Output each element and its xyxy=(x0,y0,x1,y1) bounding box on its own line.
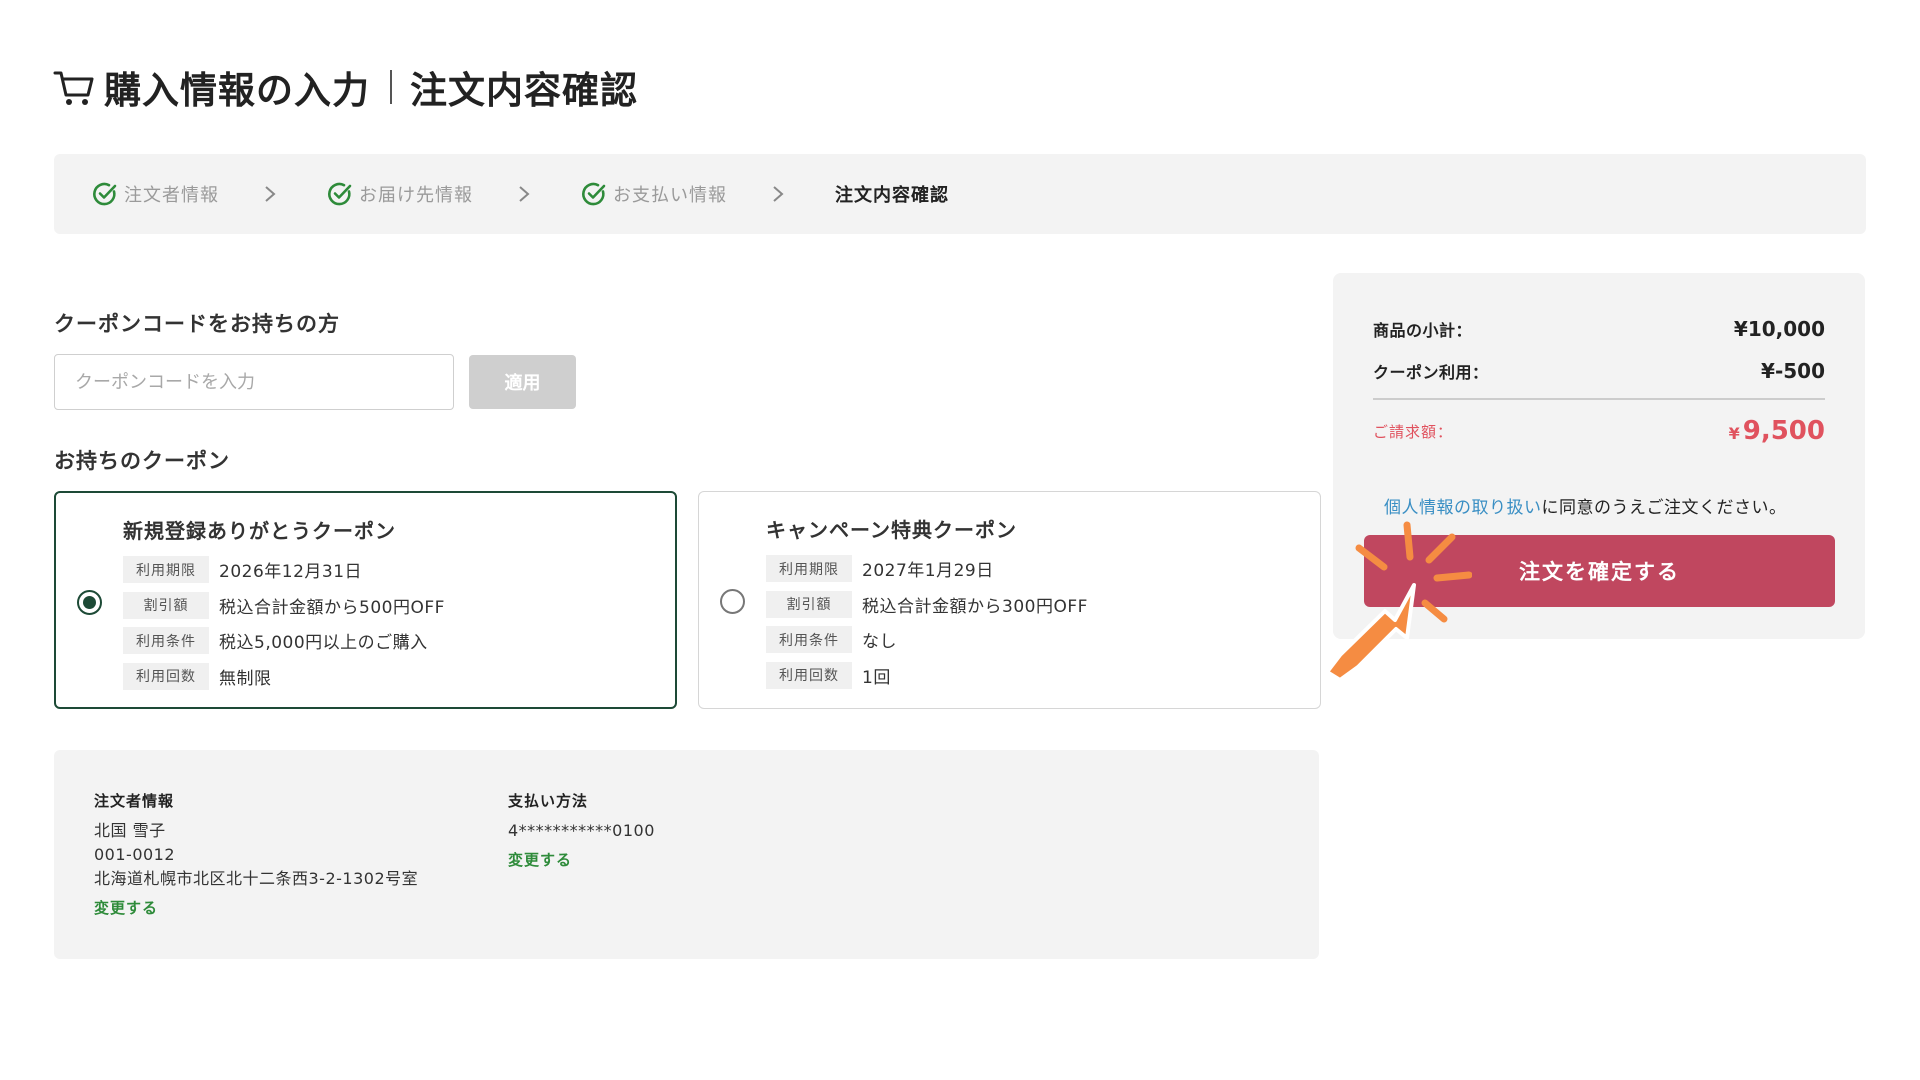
total-amount: 9,500 xyxy=(1742,416,1825,446)
subtotal-value: ¥10,000 xyxy=(1733,317,1825,341)
click-pointer-icon xyxy=(1325,521,1472,682)
detail-label: 利用期限 xyxy=(766,555,852,582)
coupon-discount-label: クーポン利用： xyxy=(1373,363,1489,382)
coupon-detail-row: 利用回数 無制限 xyxy=(123,662,445,690)
coupon-discount-value: ¥-500 xyxy=(1761,359,1825,383)
coupon-name: キャンペーン特典クーポン xyxy=(766,518,1017,542)
payment-info: 支払い方法 4***********0100 変更する xyxy=(508,790,655,870)
chevron-right-icon xyxy=(519,186,530,202)
change-payment-link[interactable]: 変更する xyxy=(508,849,572,870)
orderer-info: 注文者情報 北国 雪子 001-0012 北海道札幌市北区北十二条西3-2-13… xyxy=(94,790,418,918)
payment-heading: 支払い方法 xyxy=(508,792,589,810)
chevron-right-icon xyxy=(265,186,276,202)
step-label: 注文内容確認 xyxy=(835,185,949,206)
detail-value: 税込5,000円以上のご購入 xyxy=(219,633,428,653)
detail-label: 割引額 xyxy=(123,591,209,619)
step-orderer[interactable]: 注文者情報 xyxy=(92,181,219,207)
detail-label: 利用回数 xyxy=(766,661,852,689)
total-label: ご請求額： xyxy=(1373,422,1454,441)
coupon-detail-row: 利用回数 1回 xyxy=(766,661,1088,689)
page-title: 購入情報の入力 xyxy=(104,69,370,112)
coupon-detail-row: 利用条件 なし xyxy=(766,626,1088,653)
coupon-name: 新規登録ありがとうクーポン xyxy=(123,519,396,543)
step-payment[interactable]: お支払い情報 xyxy=(581,181,727,207)
coupon-card-campaign[interactable]: キャンペーン特典クーポン 利用期限 2027年1月29日 割引額 税込合計金額か… xyxy=(698,491,1321,709)
order-info-panel: 注文者情報 北国 雪子 001-0012 北海道札幌市北区北十二条西3-2-13… xyxy=(54,750,1319,959)
owned-coupons-heading: お持ちのクーポン xyxy=(54,449,230,473)
page-header: 購入情報の入力 注文内容確認 xyxy=(52,62,638,112)
detail-value: 税込合計金額から500円OFF xyxy=(219,597,445,618)
detail-value: 無制限 xyxy=(219,668,272,689)
step-label: お届け先情報 xyxy=(359,185,473,206)
coupon-code-input[interactable] xyxy=(54,354,454,410)
detail-label: 割引額 xyxy=(766,590,852,618)
detail-label: 利用回数 xyxy=(123,662,209,690)
coupon-detail-row: 利用期限 2026年12月31日 xyxy=(123,556,445,583)
change-orderer-link[interactable]: 変更する xyxy=(94,897,158,918)
coupon-detail-row: 割引額 税込合計金額から500円OFF xyxy=(123,591,445,619)
coupon-discount-row: クーポン利用： ¥-500 xyxy=(1373,359,1825,383)
page-subtitle: 注文内容確認 xyxy=(410,69,638,112)
coupon-radio-selected[interactable] xyxy=(77,590,102,615)
orderer-address: 北海道札幌市北区北十二条西3-2-1302号室 xyxy=(94,869,419,888)
coupon-detail-row: 利用条件 税込5,000円以上のご購入 xyxy=(123,627,445,654)
detail-label: 利用条件 xyxy=(123,627,209,654)
step-label: お支払い情報 xyxy=(613,185,727,206)
title-separator xyxy=(390,70,392,104)
detail-value: 2026年12月31日 xyxy=(219,562,363,582)
subtotal-label: 商品の小計： xyxy=(1373,321,1473,340)
coupon-code-heading: クーポンコードをお持ちの方 xyxy=(54,312,340,336)
total-currency: ¥ xyxy=(1728,424,1740,443)
detail-value: 1回 xyxy=(862,667,891,688)
apply-coupon-button[interactable]: 適用 xyxy=(469,355,576,409)
chevron-right-icon xyxy=(773,186,784,202)
subtotal-row: 商品の小計： ¥10,000 xyxy=(1373,317,1825,341)
summary-divider xyxy=(1373,398,1825,400)
total-row: ご請求額： ¥9,500 xyxy=(1373,416,1825,446)
coupon-card-new-member[interactable]: 新規登録ありがとうクーポン 利用期限 2026年12月31日 割引額 税込合計金… xyxy=(54,491,677,709)
orderer-postal: 001-0012 xyxy=(94,845,176,864)
cart-icon xyxy=(53,71,94,105)
agreement-text: に同意のうえご注文ください。 xyxy=(1541,498,1787,518)
detail-label: 利用期限 xyxy=(123,556,209,583)
step-label: 注文者情報 xyxy=(124,185,219,206)
payment-card-number: 4***********0100 xyxy=(508,821,655,840)
coupon-detail-row: 利用期限 2027年1月29日 xyxy=(766,555,1088,582)
check-circle-icon xyxy=(582,182,606,206)
detail-value: 2027年1月29日 xyxy=(862,561,994,581)
detail-value: なし xyxy=(862,632,897,652)
coupon-radio-unselected[interactable] xyxy=(720,589,745,614)
detail-value: 税込合計金額から300円OFF xyxy=(862,596,1088,617)
checkout-step-bar: 注文者情報 お届け先情報 お支払い情報 注文内容確認 xyxy=(54,154,1866,234)
orderer-heading: 注文者情報 xyxy=(94,792,175,810)
step-confirm: 注文内容確認 xyxy=(835,181,949,207)
step-shipping[interactable]: お届け先情報 xyxy=(327,181,473,207)
check-circle-icon xyxy=(328,182,352,206)
detail-label: 利用条件 xyxy=(766,626,852,653)
check-circle-icon xyxy=(93,182,117,206)
total-value: ¥9,500 xyxy=(1729,416,1825,446)
coupon-detail-row: 割引額 税込合計金額から300円OFF xyxy=(766,590,1088,618)
coupon-details: 利用期限 2026年12月31日 割引額 税込合計金額から500円OFF 利用条… xyxy=(123,556,445,698)
coupon-details: 利用期限 2027年1月29日 割引額 税込合計金額から300円OFF 利用条件… xyxy=(766,555,1088,697)
orderer-name: 北国 雪子 xyxy=(94,821,166,840)
